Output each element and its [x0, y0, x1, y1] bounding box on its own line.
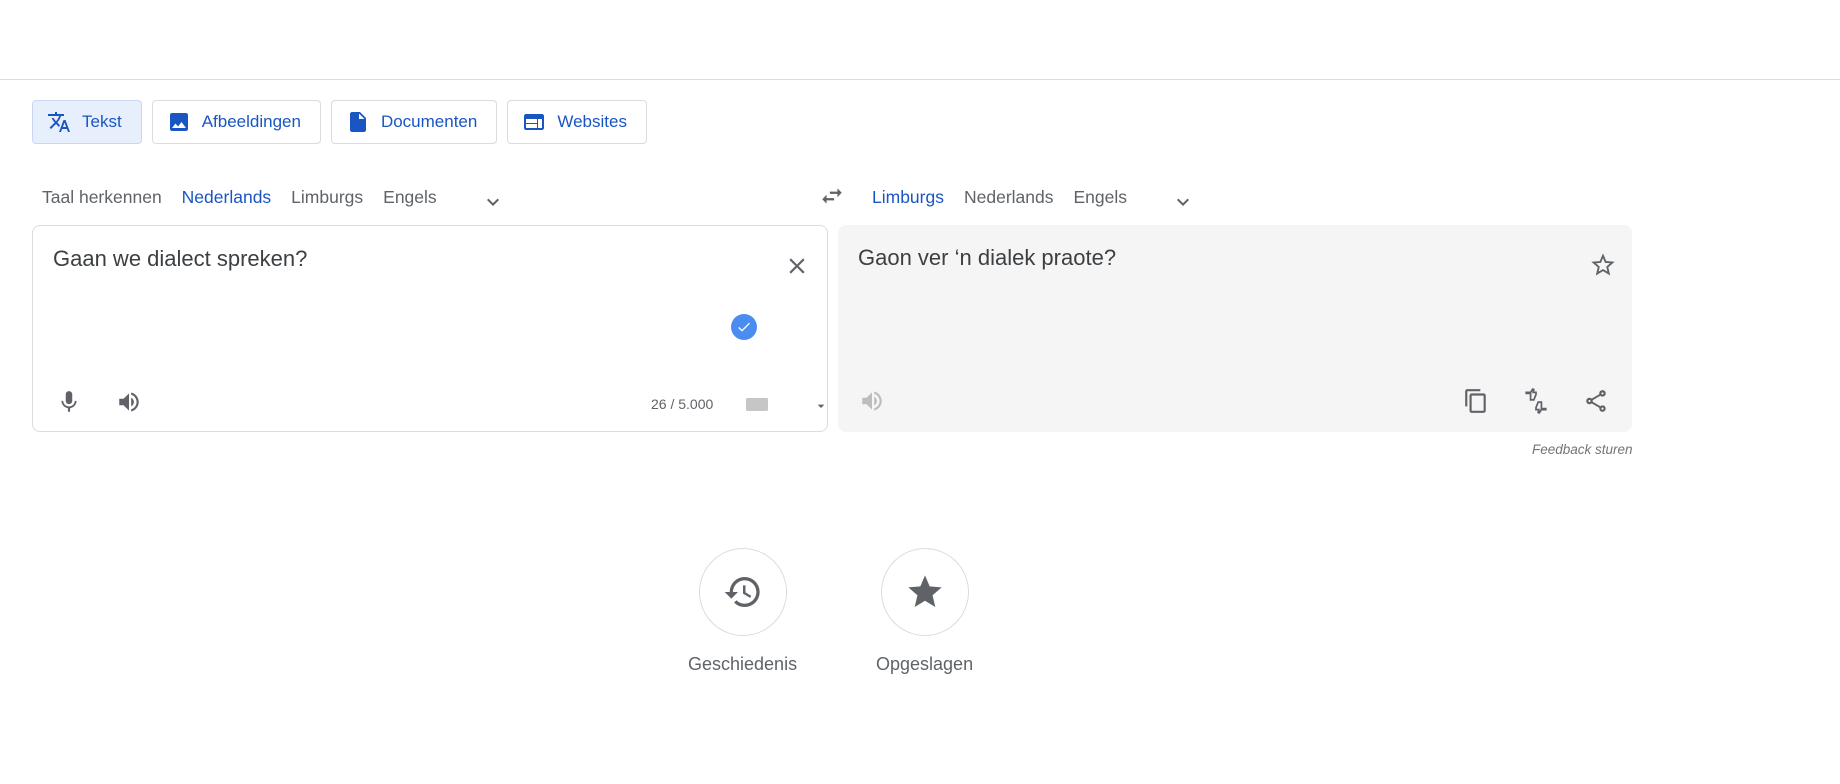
source-lang-limburgish[interactable]: Limburgs — [281, 176, 373, 228]
caret-down-icon — [817, 404, 825, 408]
source-lang-detect[interactable]: Taal herkennen — [32, 176, 172, 228]
translation-text: Gaon ver ‘n dialek praote? — [858, 245, 1117, 270]
source-text-input[interactable]: Gaan we dialect spreken? — [53, 246, 307, 272]
tab-documents[interactable]: Documenten — [330, 100, 498, 144]
source-more-languages-button[interactable] — [473, 182, 513, 222]
microphone-button[interactable] — [47, 380, 91, 424]
speaker-icon — [119, 392, 139, 412]
copy-translation-button[interactable] — [1454, 379, 1498, 423]
saved-circle — [880, 548, 969, 636]
top-bar — [0, 0, 1840, 80]
tab-websites[interactable]: Websites — [507, 100, 647, 144]
check-badge — [731, 314, 757, 340]
chevron-down-icon — [1177, 198, 1189, 206]
thumbs-up-down-icon — [1525, 388, 1547, 414]
input-tools-dropdown[interactable] — [813, 398, 829, 414]
translate-icon — [48, 112, 70, 132]
save-translation-button[interactable] — [1583, 245, 1623, 285]
source-lang-dutch[interactable]: Nederlands — [171, 176, 282, 228]
source-text-panel: Gaan we dialect spreken? 26 / 5.000 — [32, 225, 828, 432]
translation-panel: Gaon ver ‘n dialek praote? — [838, 225, 1632, 432]
document-icon — [349, 112, 366, 132]
tab-websites-label: Websites — [557, 112, 627, 131]
swap-icon — [822, 188, 842, 204]
tab-text[interactable]: Tekst — [32, 100, 142, 144]
saved-label: Opgeslagen — [876, 654, 974, 674]
check-icon — [738, 322, 750, 332]
keyboard-button[interactable] — [745, 396, 769, 412]
image-icon — [169, 113, 188, 131]
star-filled-icon — [907, 575, 942, 607]
microphone-icon — [61, 391, 77, 412]
tab-images-label: Afbeeldingen — [201, 112, 301, 131]
source-language-bar: Taal herkennen Nederlands Limburgs Engel… — [32, 176, 513, 228]
tab-documents-label: Documenten — [380, 112, 478, 131]
history-icon — [724, 577, 760, 607]
target-lang-limburgish[interactable]: Limburgs — [862, 176, 954, 228]
copy-icon — [1465, 389, 1486, 413]
swap-languages-button[interactable] — [812, 176, 852, 216]
keyboard-icon — [746, 398, 768, 411]
saved-button[interactable]: Opgeslagen — [876, 548, 973, 675]
mode-tabs: Tekst Afbeeldingen Documenten Websites — [32, 100, 647, 144]
chevron-down-icon — [486, 198, 499, 206]
rate-translation-button[interactable] — [1514, 379, 1558, 423]
history-label: Geschiedenis — [688, 654, 798, 674]
target-more-languages-button[interactable] — [1163, 182, 1203, 222]
share-icon — [1586, 390, 1606, 412]
send-feedback-link[interactable]: Feedback sturen — [1532, 442, 1633, 457]
source-lang-english[interactable]: Engels — [373, 176, 447, 228]
star-outline-icon — [1591, 253, 1615, 276]
listen-source-button[interactable] — [107, 380, 151, 424]
target-lang-dutch[interactable]: Nederlands — [954, 176, 1064, 228]
listen-translation-button[interactable] — [850, 379, 894, 423]
close-icon — [789, 258, 805, 274]
target-language-bar: Limburgs Nederlands Engels — [862, 176, 1203, 228]
target-lang-english[interactable]: Engels — [1063, 176, 1137, 228]
tab-text-label: Tekst — [82, 112, 122, 131]
tab-images[interactable]: Afbeeldingen — [151, 100, 321, 144]
website-icon — [524, 114, 545, 130]
share-translation-button[interactable] — [1574, 379, 1618, 423]
speaker-icon — [862, 391, 882, 411]
history-button[interactable]: Geschiedenis — [688, 548, 797, 675]
history-circle — [698, 548, 787, 636]
clear-source-button[interactable] — [777, 246, 817, 286]
character-count: 26 / 5.000 — [651, 396, 714, 412]
